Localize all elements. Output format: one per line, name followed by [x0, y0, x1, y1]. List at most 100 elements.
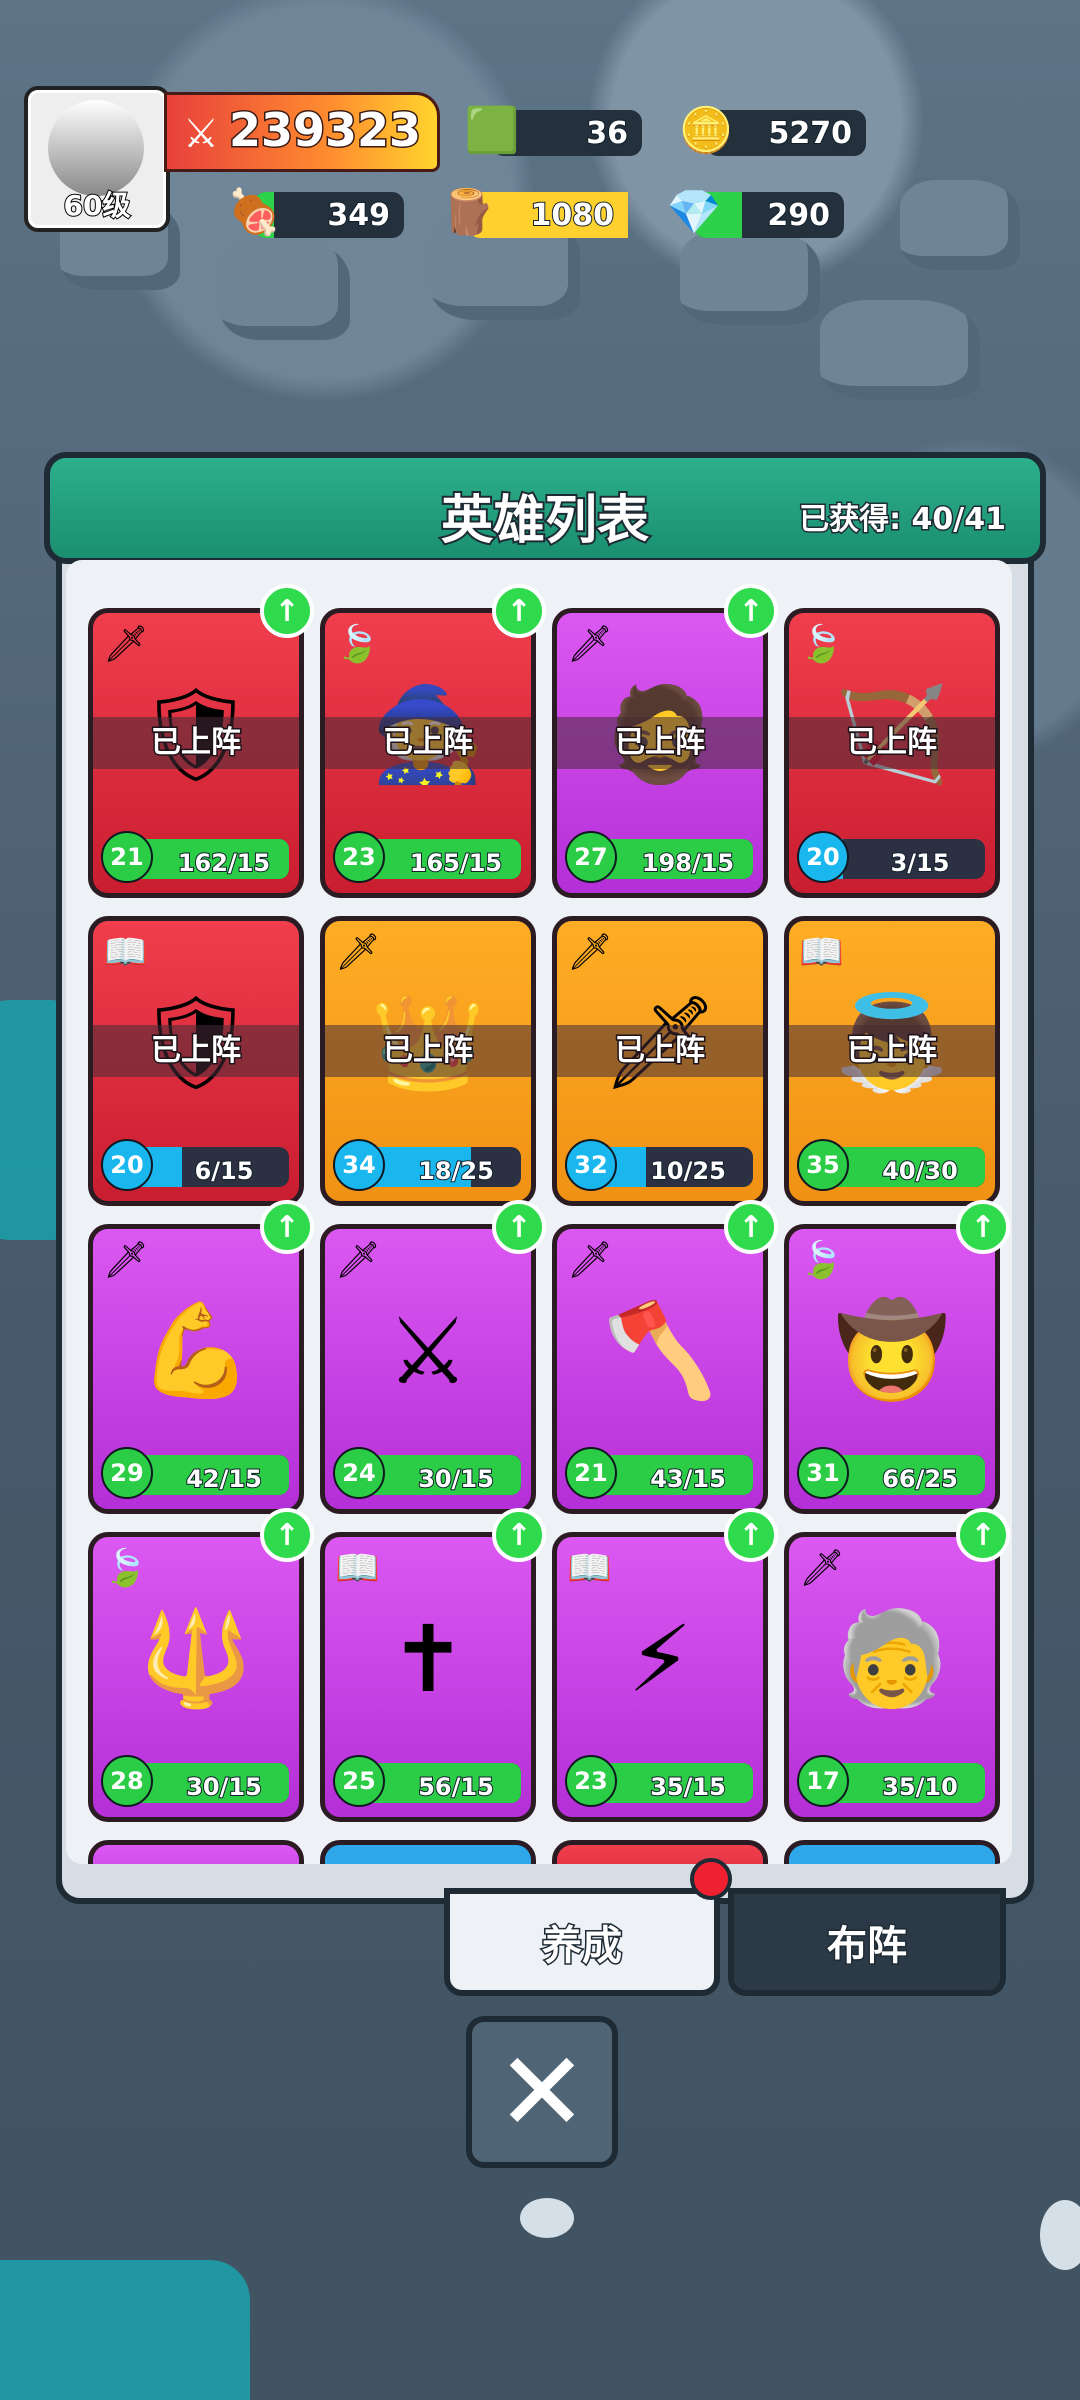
- hero-card[interactable]: 📖 ✝ 25 56/15: [320, 1532, 536, 1822]
- deployed-label: 已上阵: [93, 1025, 299, 1077]
- deployed-label: 已上阵: [557, 1025, 763, 1077]
- tab-train[interactable]: 养成: [444, 1888, 720, 1996]
- hero-level: 24: [333, 1447, 385, 1499]
- wood-value: 1080: [530, 197, 615, 234]
- wood-resource[interactable]: 🪵 1080: [441, 187, 628, 238]
- hero-level: 34: [333, 1139, 385, 1191]
- hero-card[interactable]: 📖 ⚡ 23 35/15: [552, 1532, 768, 1822]
- combat-power-bar: ⚔ 239323: [164, 92, 440, 172]
- hero-level: 29: [101, 1447, 153, 1499]
- hero-portrait: ⚔: [386, 1297, 470, 1405]
- hero-portrait: 🤠: [834, 1297, 950, 1404]
- wood-log-icon: 🪵: [440, 187, 496, 238]
- crystal-value: 290: [766, 197, 831, 234]
- snowman-decoration: [1040, 2200, 1080, 2270]
- fragment-count: 30/15: [417, 1464, 495, 1494]
- gold-value: 5270: [768, 115, 853, 152]
- hero-card[interactable]: 🗡 🧓 17 35/10: [784, 1532, 1000, 1822]
- fragment-count: 35/15: [649, 1772, 727, 1802]
- fragment-count: 6/15: [194, 1156, 255, 1186]
- hero-level: 31: [797, 1447, 849, 1499]
- deployed-label: 已上阵: [325, 717, 531, 769]
- hero-card[interactable]: 🗡 💪 29 42/15: [88, 1224, 304, 1514]
- rock-decoration: [900, 180, 1020, 270]
- hero-card[interactable]: 🗡 🪓 21 43/15: [552, 1224, 768, 1514]
- upgrade-arrow-icon[interactable]: ↑: [492, 1508, 546, 1562]
- hero-card[interactable]: 🍃 🔱 28 30/15: [88, 1532, 304, 1822]
- rock-decoration: [680, 230, 820, 325]
- deployed-label: 已上阵: [789, 717, 995, 769]
- fragment-count: 3/15: [890, 848, 951, 878]
- deployed-label: 已上阵: [93, 717, 299, 769]
- fragment-count: 165/15: [409, 848, 503, 878]
- hero-level: 28: [101, 1755, 153, 1807]
- hero-card[interactable]: 📖 🛡 已上阵 20 6/15: [88, 916, 304, 1206]
- fragment-count: 66/25: [881, 1464, 959, 1494]
- hero-card-partial[interactable]: [552, 1840, 768, 1864]
- fragment-count: 30/15: [185, 1772, 263, 1802]
- hero-card[interactable]: 🗡 🗡 已上阵 32 10/25: [552, 916, 768, 1206]
- gold-coin-icon: 🪙: [678, 105, 734, 156]
- hero-card[interactable]: 🍃 🤠 31 66/25: [784, 1224, 1000, 1514]
- hero-portrait: 🪓: [602, 1297, 718, 1404]
- deployed-label: 已上阵: [325, 1025, 531, 1077]
- gem-value: 36: [585, 115, 629, 152]
- upgrade-arrow-icon[interactable]: ↑: [492, 584, 546, 638]
- upgrade-arrow-icon[interactable]: ↑: [724, 1508, 778, 1562]
- hero-portrait: 🔱: [138, 1605, 254, 1712]
- gold-resource[interactable]: 🪙 5270: [679, 105, 866, 156]
- meat-value: 349: [326, 197, 391, 234]
- green-gem-plus-icon: 🟩: [464, 105, 520, 156]
- hero-card[interactable]: 🗡 👑 已上阵 34 18/25: [320, 916, 536, 1206]
- fragment-count: 10/25: [649, 1156, 727, 1186]
- upgrade-arrow-icon[interactable]: ↑: [492, 1200, 546, 1254]
- fragment-count: 43/15: [649, 1464, 727, 1494]
- player-level: 60级: [63, 188, 132, 223]
- hero-portrait: 🧓: [834, 1605, 950, 1712]
- close-icon: ✕: [495, 2028, 589, 2156]
- notification-dot: [690, 1858, 732, 1900]
- fragment-count: 162/15: [177, 848, 271, 878]
- tab-formation[interactable]: 布阵: [728, 1888, 1006, 1996]
- hero-portrait: ✝: [389, 1605, 467, 1713]
- hero-level: 21: [565, 1447, 617, 1499]
- hero-grid[interactable]: 🗡 🛡 已上阵 21 162/15 ↑ 🍃 🧙 已上阵 23 165/15 ↑ …: [66, 560, 1012, 1864]
- hero-level: 23: [565, 1755, 617, 1807]
- gem-resource[interactable]: 🟩 36: [465, 105, 642, 156]
- hero-card-partial[interactable]: [784, 1840, 1000, 1864]
- panel-header: 英雄列表 已获得: 40/41: [44, 452, 1046, 564]
- fragment-count: 40/30: [881, 1156, 959, 1186]
- hero-portrait: 💪: [138, 1297, 254, 1404]
- upgrade-arrow-icon[interactable]: ↑: [260, 1200, 314, 1254]
- deployed-label: 已上阵: [557, 717, 763, 769]
- upgrade-arrow-icon[interactable]: ↑: [260, 584, 314, 638]
- hero-level: 25: [333, 1755, 385, 1807]
- hero-card[interactable]: 🗡 🧔 已上阵 27 198/15: [552, 608, 768, 898]
- meat-icon: 🍖: [226, 187, 282, 238]
- hero-card[interactable]: 🗡 🛡 已上阵 21 162/15: [88, 608, 304, 898]
- meat-resource[interactable]: 🍖 349: [227, 187, 404, 238]
- rock-decoration: [820, 300, 980, 400]
- hero-card[interactable]: 📖 👼 已上阵 35 40/30: [784, 916, 1000, 1206]
- hero-level: 23: [333, 831, 385, 883]
- upgrade-arrow-icon[interactable]: ↑: [956, 1200, 1010, 1254]
- upgrade-arrow-icon[interactable]: ↑: [260, 1508, 314, 1562]
- hero-portrait: ⚡: [627, 1605, 693, 1713]
- player-avatar[interactable]: 60级: [24, 86, 170, 232]
- hero-card-partial[interactable]: [320, 1840, 536, 1864]
- fragment-count: 198/15: [641, 848, 735, 878]
- close-button[interactable]: ✕: [466, 2016, 618, 2168]
- upgrade-arrow-icon[interactable]: ↑: [956, 1508, 1010, 1562]
- hero-card[interactable]: 🗡 ⚔ 24 30/15: [320, 1224, 536, 1514]
- hero-level: 20: [101, 1139, 153, 1191]
- deployed-label: 已上阵: [789, 1025, 995, 1077]
- hero-card[interactable]: 🍃 🧙 已上阵 23 165/15: [320, 608, 536, 898]
- hero-level: 17: [797, 1755, 849, 1807]
- upgrade-arrow-icon[interactable]: ↑: [724, 584, 778, 638]
- crystal-resource[interactable]: 💎 290: [667, 187, 844, 238]
- combat-power-value: 239323: [227, 102, 422, 159]
- hero-card-partial[interactable]: [88, 1840, 304, 1864]
- upgrade-arrow-icon[interactable]: ↑: [724, 1200, 778, 1254]
- fragment-count: 56/15: [417, 1772, 495, 1802]
- hero-card[interactable]: 🍃 🏹 已上阵 20 3/15: [784, 608, 1000, 898]
